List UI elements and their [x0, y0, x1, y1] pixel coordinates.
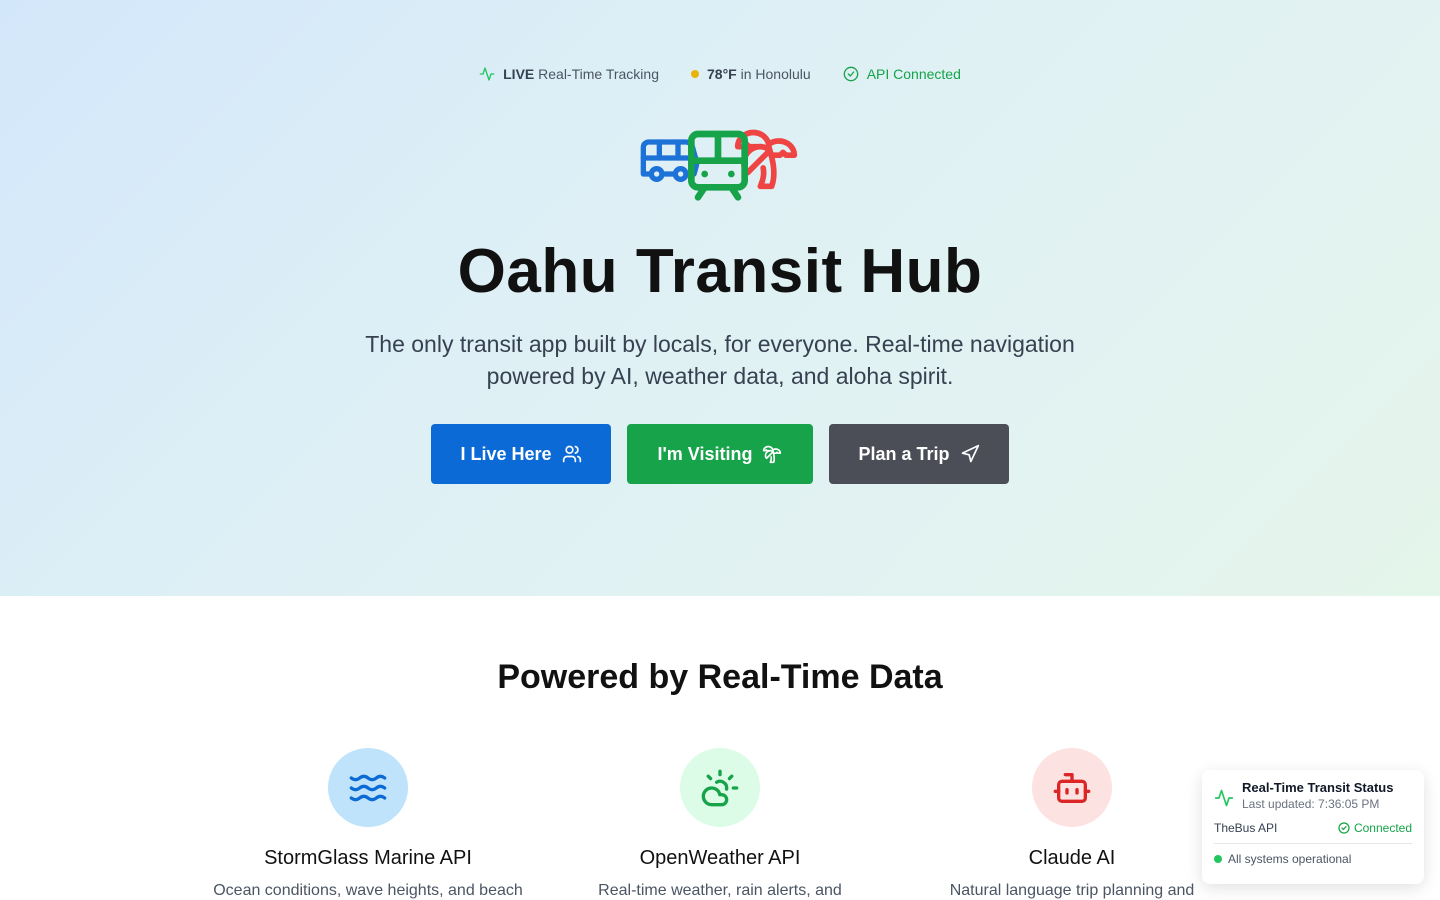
live-tracking-indicator: LIVE Real-Time Tracking — [479, 66, 659, 82]
users-icon — [562, 445, 581, 463]
feature-stormglass: StormGlass Marine API Ocean conditions, … — [192, 748, 544, 900]
weather-indicator: 78°F in Honolulu — [691, 66, 811, 82]
plan-a-trip-button[interactable]: Plan a Trip — [829, 424, 1009, 484]
im-visiting-label: I'm Visiting — [657, 443, 753, 464]
feature-icon-circle — [328, 748, 408, 827]
im-visiting-button[interactable]: I'm Visiting — [627, 424, 813, 484]
activity-icon — [479, 67, 495, 81]
weather-dot — [691, 70, 699, 78]
feature-openweather: OpenWeather API Real-time weather, rain … — [544, 748, 896, 900]
feature-description: Real-time weather, rain alerts, and — [598, 882, 842, 899]
feature-icon-circle — [1032, 748, 1112, 827]
feature-claude: Claude AI Natural language trip planning… — [896, 748, 1248, 900]
feature-icon-circle — [680, 748, 760, 827]
api-status-text: API Connected — [866, 66, 961, 82]
status-card-header: Real-Time Transit Status Last updated: 7… — [1214, 780, 1412, 811]
hero-subtitle: The only transit app built by locals, fo… — [365, 331, 1075, 389]
service-status-row: TheBus API Connected — [1214, 821, 1412, 844]
service-name: TheBus API — [1214, 821, 1278, 835]
i-live-here-label: I Live Here — [460, 443, 552, 464]
weather-location: in Honolulu — [740, 66, 811, 82]
live-text: Real-Time Tracking — [538, 66, 659, 82]
api-status-indicator: API Connected — [843, 66, 961, 82]
hero-logo — [630, 118, 805, 213]
send-icon — [961, 444, 979, 463]
feature-title: StormGlass Marine API — [264, 847, 472, 869]
feature-list: StormGlass Marine API Ocean conditions, … — [192, 748, 1248, 900]
train-icon — [688, 130, 748, 201]
check-circle-icon — [843, 66, 859, 82]
bot-icon — [1053, 772, 1091, 803]
activity-icon — [1214, 789, 1234, 807]
transit-status-card[interactable]: Real-Time Transit Status Last updated: 7… — [1202, 770, 1424, 884]
feature-description: Ocean conditions, wave heights, and beac… — [213, 882, 523, 899]
feature-title: OpenWeather API — [639, 847, 801, 869]
systems-summary-text: All systems operational — [1228, 852, 1352, 866]
waves-icon — [349, 774, 387, 801]
feature-description: Natural language trip planning and — [949, 882, 1195, 899]
cta-button-row: I Live Here I'm Visiting Plan a Trip — [0, 424, 1440, 484]
live-label: LIVE — [503, 66, 535, 82]
last-updated-text: Last updated: 7:36:05 PM — [1242, 797, 1380, 811]
status-strip: LIVE Real-Time Tracking 78°F in Honolulu… — [0, 62, 1440, 86]
data-section-title: Powered by Real-Time Data — [497, 658, 943, 696]
status-dot — [1214, 855, 1222, 863]
i-live-here-button[interactable]: I Live Here — [431, 424, 611, 484]
feature-title: Claude AI — [1028, 847, 1116, 869]
status-card-title: Real-Time Transit Status — [1242, 780, 1394, 795]
cloud-sun-icon — [701, 769, 739, 806]
check-circle-icon — [1338, 822, 1350, 834]
hero-title: Oahu Transit Hub — [457, 237, 983, 306]
plan-a-trip-label: Plan a Trip — [858, 443, 950, 464]
systems-summary: All systems operational — [1214, 852, 1412, 866]
service-status: Connected — [1338, 821, 1412, 835]
service-status-text: Connected — [1353, 821, 1412, 835]
hero-section: LIVE Real-Time Tracking 78°F in Honolulu… — [0, 0, 1440, 596]
weather-temp: 78°F — [707, 66, 737, 82]
palm-tree-icon — [763, 445, 782, 464]
